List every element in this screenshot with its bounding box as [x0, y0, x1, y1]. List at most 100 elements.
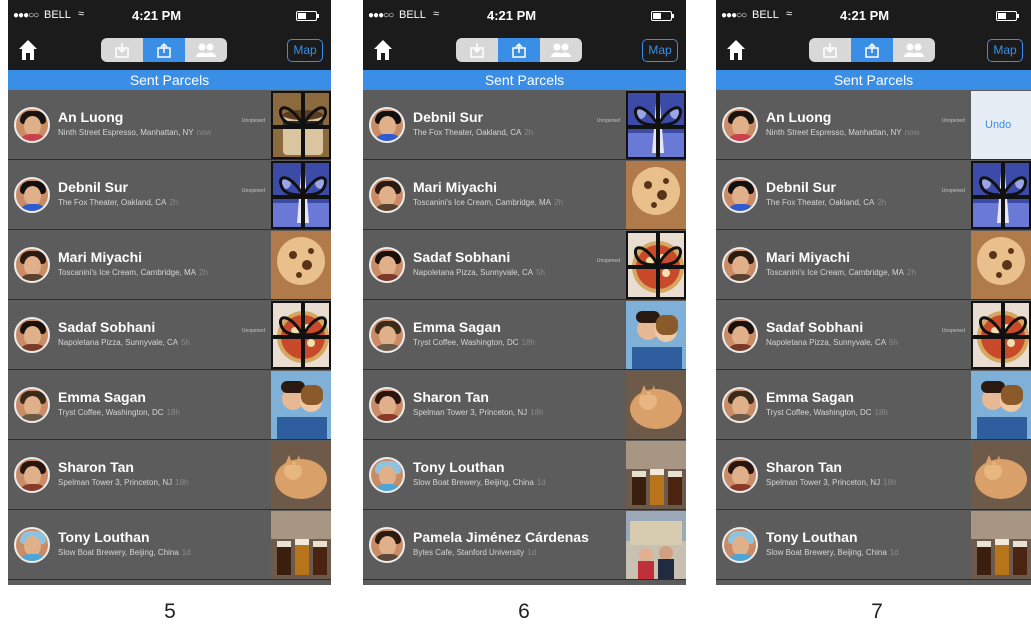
parcel-row[interactable]: Sharon Tan Spelman Tower 3, Princeton, NJ…: [8, 440, 331, 510]
parcel-row[interactable]: Debnil Sur The Fox Theater, Oakland, CA 2h…: [8, 160, 331, 230]
sent-tab[interactable]: [851, 38, 893, 62]
parcel-thumbnail[interactable]: [971, 301, 1031, 369]
avatar: [14, 177, 50, 213]
parcel-thumbnail[interactable]: [271, 91, 331, 159]
parcel-thumbnail[interactable]: [626, 511, 686, 579]
parcel-location: Slow Boat Brewery, Beijing, China 1d: [766, 548, 899, 557]
parcel-row[interactable]: Debnil Sur The Fox Theater, Oakland, CA 2h…: [716, 160, 1031, 230]
time-ago: 2h: [199, 268, 208, 277]
location-text: Ninth Street Espresso, Manhattan, NY: [58, 128, 194, 137]
location-text: Spelman Tower 3, Princeton, NJ: [58, 478, 173, 487]
parcel-location: Toscanini's Ice Cream, Cambridge, MA 2h: [413, 198, 563, 207]
phone-screen-5: ●●●○○ BELL ≈4:21 PM Map Sent Parcels An Luong…: [8, 0, 331, 585]
time-ago: 18h: [883, 478, 897, 487]
home-icon[interactable]: [726, 39, 746, 61]
wifi-icon: ≈: [786, 8, 793, 20]
parcel-row[interactable]: Tony Louthan Slow Boat Brewery, Beijing, …: [716, 510, 1031, 580]
time-ago: 18h: [166, 408, 180, 417]
screen-title: Sent Parcels: [8, 70, 331, 90]
parcel-row[interactable]: An Luong Ninth Street Espresso, Manhattan…: [716, 90, 1031, 160]
avatar: [722, 527, 758, 563]
parcel-row[interactable]: Sharon Tan Spelman Tower 3, Princeton, NJ…: [716, 440, 1031, 510]
status-badge: Unopened: [241, 328, 265, 334]
recipient-name: Debnil Sur: [766, 179, 837, 195]
parcel-thumbnail[interactable]: [626, 301, 686, 369]
parcel-thumbnail[interactable]: [271, 441, 331, 509]
parcel-row[interactable]: Tony Louthan Slow Boat Brewery, Beijing, …: [363, 440, 686, 510]
sent-tab[interactable]: [498, 38, 540, 62]
parcel-location: Tryst Coffee, Washington, DC 18h: [58, 408, 180, 417]
parcel-row[interactable]: Emma Sagan Tryst Coffee, Washington, DC 18…: [363, 300, 686, 370]
parcel-location: Napoletana Pizza, Sunnyvale, CA 5h: [766, 338, 898, 347]
map-button[interactable]: Map: [287, 39, 323, 62]
home-icon[interactable]: [373, 39, 393, 61]
recipient-name: Emma Sagan: [58, 389, 146, 405]
avatar: [14, 317, 50, 353]
location-text: The Fox Theater, Oakland, CA: [413, 128, 522, 137]
status-bar: ●●●○○ BELL ≈4:21 PM: [363, 0, 686, 34]
parcel-row[interactable]: Sadaf Sobhani Napoletana Pizza, Sunnyvale…: [716, 300, 1031, 370]
undo-button[interactable]: Undo: [971, 91, 1031, 159]
parcel-thumbnail[interactable]: [626, 231, 686, 299]
parcel-location: Ninth Street Espresso, Manhattan, NY now: [58, 128, 211, 137]
map-button[interactable]: Map: [987, 39, 1023, 62]
mailbox-segmented-control: [809, 38, 935, 62]
parcel-thumbnail[interactable]: [626, 161, 686, 229]
parcel-row[interactable]: An Luong Ninth Street Espresso, Manhattan…: [8, 90, 331, 160]
parcel-thumbnail[interactable]: [271, 371, 331, 439]
time-ago: 18h: [874, 408, 888, 417]
inbox-icon: [823, 43, 837, 58]
parcel-row[interactable]: Pamela Jiménez Cárdenas Bytes Cafe, Stanf…: [363, 510, 686, 580]
friends-tab[interactable]: [893, 38, 935, 62]
sent-tab[interactable]: [143, 38, 185, 62]
status-badge: Unopened: [241, 188, 265, 194]
parcel-location: The Fox Theater, Oakland, CA 2h: [58, 198, 178, 207]
inbox-tab[interactable]: [809, 38, 851, 62]
inbox-tab[interactable]: [101, 38, 143, 62]
parcel-thumbnail[interactable]: [271, 301, 331, 369]
avatar: [722, 177, 758, 213]
map-button[interactable]: Map: [642, 39, 678, 62]
parcel-thumbnail[interactable]: [971, 511, 1031, 579]
parcel-thumbnail[interactable]: [626, 441, 686, 509]
parcel-thumbnail[interactable]: [971, 441, 1031, 509]
home-icon[interactable]: [18, 39, 38, 61]
recipient-name: Sadaf Sobhani: [413, 249, 511, 265]
parcel-row[interactable]: Sadaf Sobhani Napoletana Pizza, Sunnyvale…: [363, 230, 686, 300]
parcel-row[interactable]: Sharon Tan Spelman Tower 3, Princeton, NJ…: [363, 370, 686, 440]
parcel-row[interactable]: Mari Miyachi Toscanini's Ice Cream, Cambr…: [716, 230, 1031, 300]
parcel-row[interactable]: Emma Sagan Tryst Coffee, Washington, DC 18…: [8, 370, 331, 440]
status-bar: ●●●○○ BELL ≈4:21 PM: [716, 0, 1031, 34]
parcel-thumbnail[interactable]: [271, 161, 331, 229]
parcel-row[interactable]: Mari Miyachi Toscanini's Ice Cream, Cambr…: [8, 230, 331, 300]
avatar: [14, 457, 50, 493]
recipient-name: Debnil Sur: [413, 109, 484, 125]
parcel-thumbnail[interactable]: [971, 161, 1031, 229]
parcel-thumbnail[interactable]: [271, 231, 331, 299]
recipient-name: Tony Louthan: [413, 459, 505, 475]
parcel-row[interactable]: Debnil Sur The Fox Theater, Oakland, CA 2h…: [363, 90, 686, 160]
parcel-row[interactable]: Emma Sagan Tryst Coffee, Washington, DC 18…: [716, 370, 1031, 440]
parcel-location: Napoletana Pizza, Sunnyvale, CA 5h: [413, 268, 545, 277]
friends-tab[interactable]: [540, 38, 582, 62]
carrier-label: BELL: [44, 9, 71, 21]
recipient-name: Tony Louthan: [58, 529, 150, 545]
parcel-location: The Fox Theater, Oakland, CA 2h: [413, 128, 533, 137]
inbox-tab[interactable]: [456, 38, 498, 62]
parcel-thumbnail[interactable]: [971, 371, 1031, 439]
location-text: Slow Boat Brewery, Beijing, China: [413, 478, 534, 487]
parcel-row[interactable]: Tony Louthan Slow Boat Brewery, Beijing, …: [8, 510, 331, 580]
parcel-thumbnail[interactable]: [971, 231, 1031, 299]
parcel-location: Bytes Cafe, Stanford University 1d: [413, 548, 536, 557]
parcel-thumbnail[interactable]: [626, 91, 686, 159]
location-text: Napoletana Pizza, Sunnyvale, CA: [58, 338, 179, 347]
parcel-location: Tryst Coffee, Washington, DC 18h: [413, 338, 535, 347]
parcel-row[interactable]: Mari Miyachi Toscanini's Ice Cream, Cambr…: [363, 160, 686, 230]
friends-tab[interactable]: [185, 38, 227, 62]
parcel-row[interactable]: Sadaf Sobhani Napoletana Pizza, Sunnyvale…: [8, 300, 331, 370]
parcel-thumbnail[interactable]: [271, 511, 331, 579]
parcel-thumbnail[interactable]: [626, 371, 686, 439]
parcel-location: Toscanini's Ice Cream, Cambridge, MA 2h: [766, 268, 916, 277]
time-ago: 2h: [907, 268, 916, 277]
time-ago: 1d: [527, 548, 537, 557]
